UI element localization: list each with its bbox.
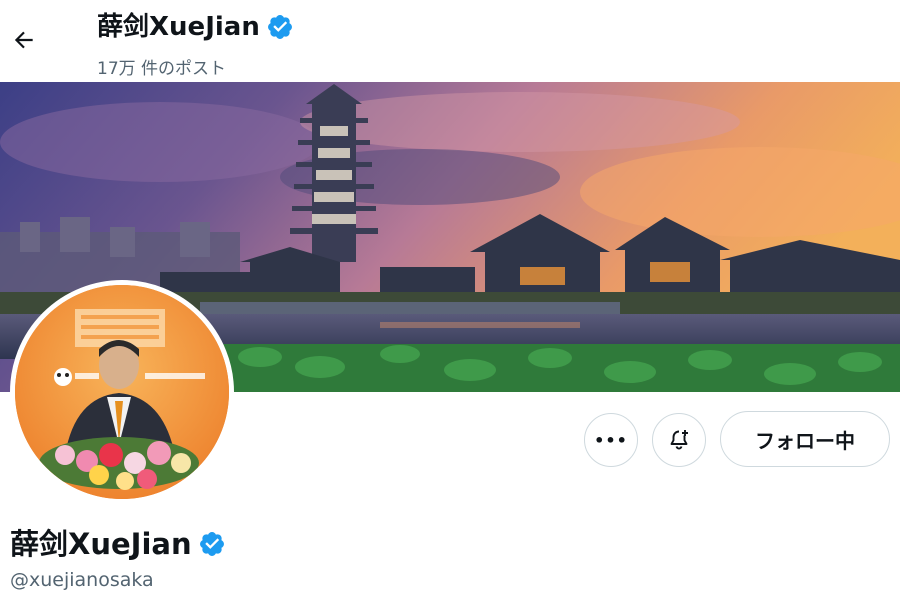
following-button[interactable]: フォロー中 [720,411,890,467]
profile-page: 薛剑XueJian 17万 件のポスト ••• フォロー中 薛剑XueJian … [0,0,900,600]
arrow-left-icon [14,31,33,49]
more-options-button[interactable]: ••• [584,413,638,467]
more-icon: ••• [594,430,628,450]
back-button[interactable] [6,22,42,58]
verified-badge-icon [198,530,226,558]
profile-handle: @xuejianosaka [10,569,154,591]
profile-avatar[interactable] [10,280,234,504]
header-title-text: 薛剑XueJian [97,12,260,42]
profile-display-name: 薛剑XueJian [10,524,226,564]
profile-name-text: 薛剑XueJian [10,527,192,561]
bell-plus-icon [670,430,688,450]
header-title: 薛剑XueJian [97,10,294,44]
header-bar: 薛剑XueJian 17万 件のポスト [0,0,900,82]
verified-badge-icon [266,13,294,41]
notification-button[interactable] [652,413,706,467]
post-count: 17万 件のポスト [97,59,227,79]
